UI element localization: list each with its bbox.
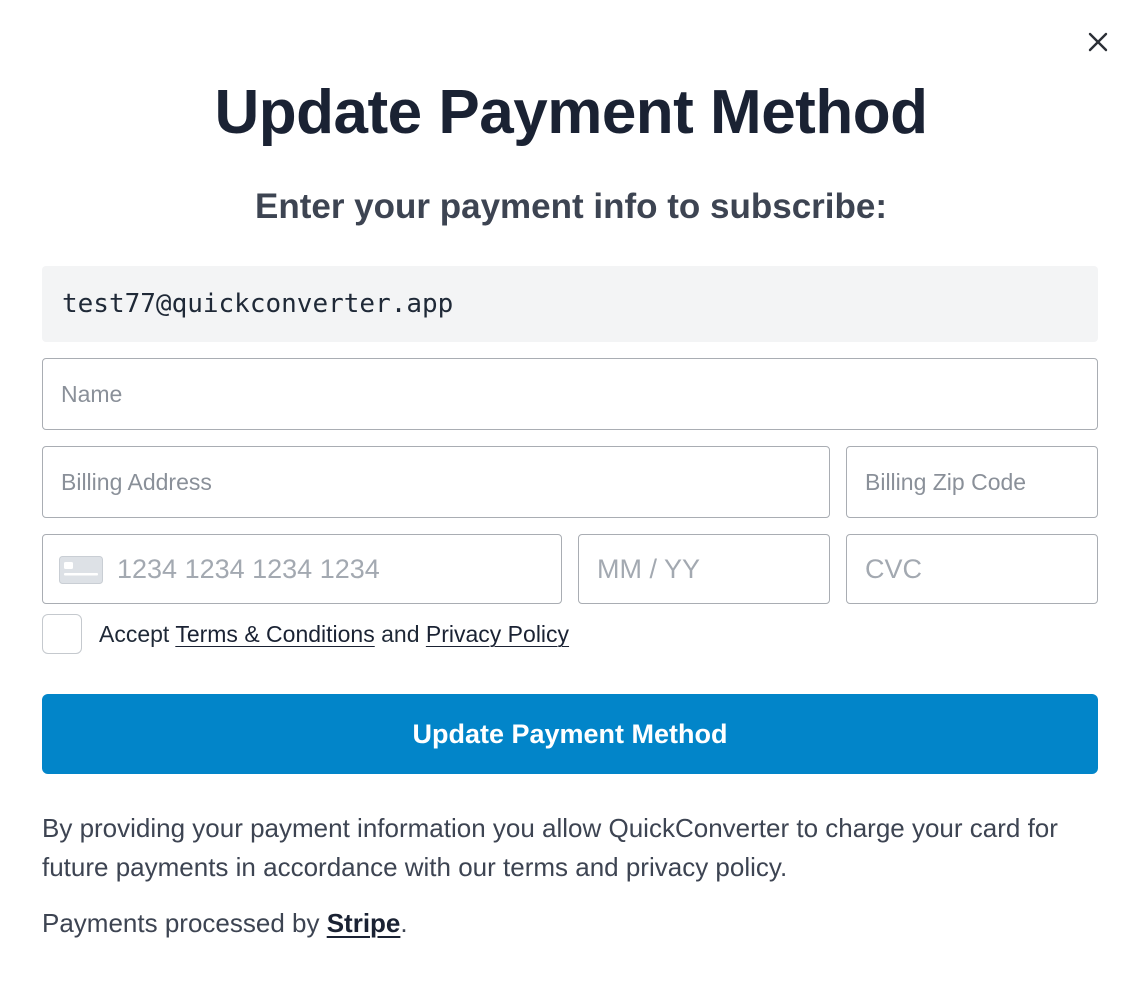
billing-zip-input[interactable] <box>847 447 1097 517</box>
close-icon <box>1088 32 1108 52</box>
billing-address-field[interactable] <box>42 446 830 518</box>
terms-checkbox[interactable] <box>42 614 82 654</box>
terms-prefix: Accept <box>99 621 170 647</box>
terms-link[interactable]: Terms & Conditions <box>175 621 374 647</box>
cvc-field[interactable] <box>846 534 1098 604</box>
expiry-field[interactable] <box>578 534 830 604</box>
privacy-policy-link[interactable]: Privacy Policy <box>426 621 569 647</box>
name-input[interactable] <box>43 359 1097 429</box>
payment-disclaimer: By providing your payment information yo… <box>42 813 1058 882</box>
expiry-input[interactable] <box>579 535 829 603</box>
terms-conjunction: and <box>381 621 420 647</box>
processed-suffix: . <box>400 908 408 938</box>
terms-label: Accept Terms & Conditions and Privacy Po… <box>99 618 569 650</box>
update-payment-button[interactable]: Update Payment Method <box>42 694 1098 774</box>
payments-processed-note: Payments processed by Stripe. <box>42 904 408 943</box>
email-display: test77@quickconverter.app <box>42 266 1098 342</box>
credit-card-icon <box>59 556 103 584</box>
name-field[interactable] <box>42 358 1098 430</box>
dialog-title: Update Payment Method <box>214 78 928 147</box>
card-number-field[interactable] <box>42 534 562 604</box>
stripe-link[interactable]: Stripe <box>327 908 401 938</box>
cvc-input[interactable] <box>847 535 1097 603</box>
billing-address-input[interactable] <box>43 447 829 517</box>
dialog-subtitle: Enter your payment info to subscribe: <box>254 187 888 226</box>
processed-prefix: Payments processed by <box>42 908 320 938</box>
billing-zip-field[interactable] <box>846 446 1098 518</box>
close-button[interactable] <box>1084 28 1112 56</box>
card-number-input[interactable] <box>43 535 561 603</box>
